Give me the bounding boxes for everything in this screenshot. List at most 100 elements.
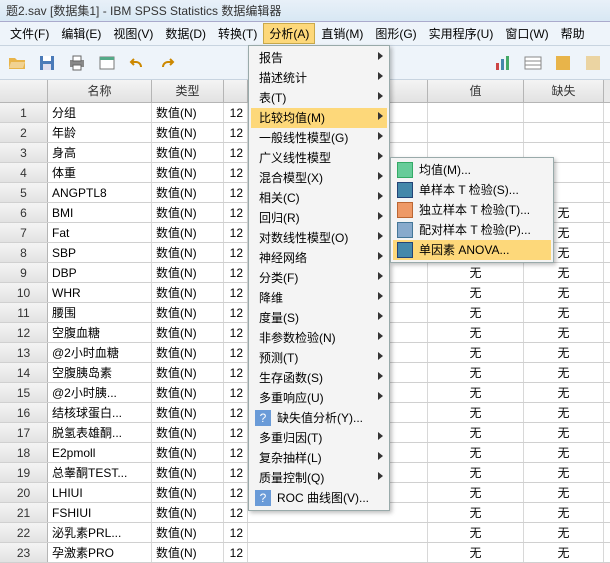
cell-values[interactable]: 无 (428, 403, 524, 422)
cell-type[interactable]: 数值(N) (152, 543, 224, 562)
row-number[interactable]: 1 (0, 103, 48, 122)
analyze-menu-item[interactable]: 比较均值(M) (251, 108, 387, 128)
cell-missing[interactable]: 无 (524, 263, 604, 282)
menu-window[interactable]: 窗口(W) (499, 23, 554, 44)
header-width[interactable] (224, 80, 248, 102)
cell-missing[interactable]: 无 (524, 323, 604, 342)
analyze-menu-item[interactable]: 复杂抽样(L) (251, 448, 387, 468)
cell-name[interactable]: @2小时胰... (48, 383, 152, 402)
analyze-menu-item[interactable]: 描述统计 (251, 68, 387, 88)
cell-name[interactable]: 空腹血糖 (48, 323, 152, 342)
analyze-menu-item[interactable]: 多重响应(U) (251, 388, 387, 408)
analyze-menu-item[interactable]: ROC 曲线图(V)...? (251, 488, 387, 508)
row-number[interactable]: 7 (0, 223, 48, 242)
analyze-menu-item[interactable]: 质量控制(Q) (251, 468, 387, 488)
row-number[interactable]: 17 (0, 423, 48, 442)
cell-width[interactable]: 12 (224, 443, 248, 462)
menu-transform[interactable]: 转换(T) (212, 23, 263, 44)
cell-name[interactable]: 总睾酮TEST... (48, 463, 152, 482)
analyze-menu-item[interactable]: 缺失值分析(Y)...? (251, 408, 387, 428)
analyze-menu-item[interactable]: 混合模型(X) (251, 168, 387, 188)
row-number[interactable]: 21 (0, 503, 48, 522)
header-type[interactable]: 类型 (152, 80, 224, 102)
weight-icon[interactable] (550, 50, 576, 76)
analyze-menu-item[interactable]: 度量(S) (251, 308, 387, 328)
cell-type[interactable]: 数值(N) (152, 383, 224, 402)
cell-width[interactable]: 12 (224, 483, 248, 502)
cell-type[interactable]: 数值(N) (152, 103, 224, 122)
cell-name[interactable]: ANGPTL8 (48, 183, 152, 202)
cell-missing[interactable]: 无 (524, 383, 604, 402)
menu-data[interactable]: 数据(D) (159, 23, 212, 44)
compare-means-item[interactable]: 均值(M)... (393, 160, 551, 180)
cell-missing[interactable]: 无 (524, 423, 604, 442)
cell-type[interactable]: 数值(N) (152, 203, 224, 222)
cell-width[interactable]: 12 (224, 343, 248, 362)
cell-width[interactable]: 12 (224, 463, 248, 482)
row-number[interactable]: 11 (0, 303, 48, 322)
cell-type[interactable]: 数值(N) (152, 423, 224, 442)
cell-name[interactable]: LHIUI (48, 483, 152, 502)
recall-dialog-icon[interactable] (94, 50, 120, 76)
cell-values[interactable] (428, 103, 524, 122)
menu-analyze[interactable]: 分析(A) (263, 23, 315, 44)
cell-missing[interactable]: 无 (524, 403, 604, 422)
menu-utilities[interactable]: 实用程序(U) (423, 23, 500, 44)
cell-width[interactable]: 12 (224, 263, 248, 282)
cell-width[interactable]: 12 (224, 123, 248, 142)
cell-name[interactable]: E2pmoll (48, 443, 152, 462)
analyze-menu-item[interactable]: 对数线性模型(O) (251, 228, 387, 248)
cell-missing[interactable] (524, 123, 604, 142)
cell-type[interactable]: 数值(N) (152, 183, 224, 202)
cell-missing[interactable]: 无 (524, 443, 604, 462)
row-number[interactable]: 20 (0, 483, 48, 502)
cell-type[interactable]: 数值(N) (152, 263, 224, 282)
cell-name[interactable]: 孕激素PRO (48, 543, 152, 562)
row-number[interactable]: 8 (0, 243, 48, 262)
row-number[interactable]: 9 (0, 263, 48, 282)
compare-means-item[interactable]: 配对样本 T 检验(P)... (393, 220, 551, 240)
cell-values[interactable]: 无 (428, 543, 524, 562)
cell-width[interactable]: 12 (224, 143, 248, 162)
row-number[interactable]: 12 (0, 323, 48, 342)
cell-name[interactable]: 脱氢表雄酮... (48, 423, 152, 442)
cell-width[interactable]: 12 (224, 223, 248, 242)
row-number[interactable]: 10 (0, 283, 48, 302)
cell-missing[interactable] (524, 103, 604, 122)
row-number[interactable]: 15 (0, 383, 48, 402)
cell-missing[interactable]: 无 (524, 483, 604, 502)
compare-means-item[interactable]: 单因素 ANOVA... (393, 240, 551, 260)
cell-type[interactable]: 数值(N) (152, 403, 224, 422)
menu-direct[interactable]: 直销(M) (315, 23, 369, 44)
cell-type[interactable]: 数值(N) (152, 323, 224, 342)
cell-width[interactable]: 12 (224, 183, 248, 202)
row-number[interactable]: 14 (0, 363, 48, 382)
cell-label[interactable] (248, 543, 428, 562)
cell-missing[interactable]: 无 (524, 523, 604, 542)
cell-type[interactable]: 数值(N) (152, 243, 224, 262)
cell-width[interactable]: 12 (224, 323, 248, 342)
cell-missing[interactable]: 无 (524, 343, 604, 362)
cell-values[interactable]: 无 (428, 263, 524, 282)
cell-name[interactable]: SBP (48, 243, 152, 262)
cell-name[interactable]: 腰围 (48, 303, 152, 322)
cell-values[interactable]: 无 (428, 503, 524, 522)
analyze-menu-item[interactable]: 报告 (251, 48, 387, 68)
cell-values[interactable]: 无 (428, 343, 524, 362)
cell-type[interactable]: 数值(N) (152, 483, 224, 502)
cell-type[interactable]: 数值(N) (152, 443, 224, 462)
row-number[interactable]: 3 (0, 143, 48, 162)
cell-type[interactable]: 数值(N) (152, 223, 224, 242)
menu-edit[interactable]: 编辑(E) (55, 23, 107, 44)
cell-width[interactable]: 12 (224, 403, 248, 422)
row-number[interactable]: 2 (0, 123, 48, 142)
row-number[interactable]: 4 (0, 163, 48, 182)
cell-missing[interactable]: 无 (524, 503, 604, 522)
cell-width[interactable]: 12 (224, 203, 248, 222)
cell-name[interactable]: Fat (48, 223, 152, 242)
compare-means-item[interactable]: 单样本 T 检验(S)... (393, 180, 551, 200)
cell-label[interactable] (248, 523, 428, 542)
analyze-menu-item[interactable]: 广义线性模型 (251, 148, 387, 168)
analyze-menu-item[interactable]: 表(T) (251, 88, 387, 108)
cell-missing[interactable]: 无 (524, 283, 604, 302)
